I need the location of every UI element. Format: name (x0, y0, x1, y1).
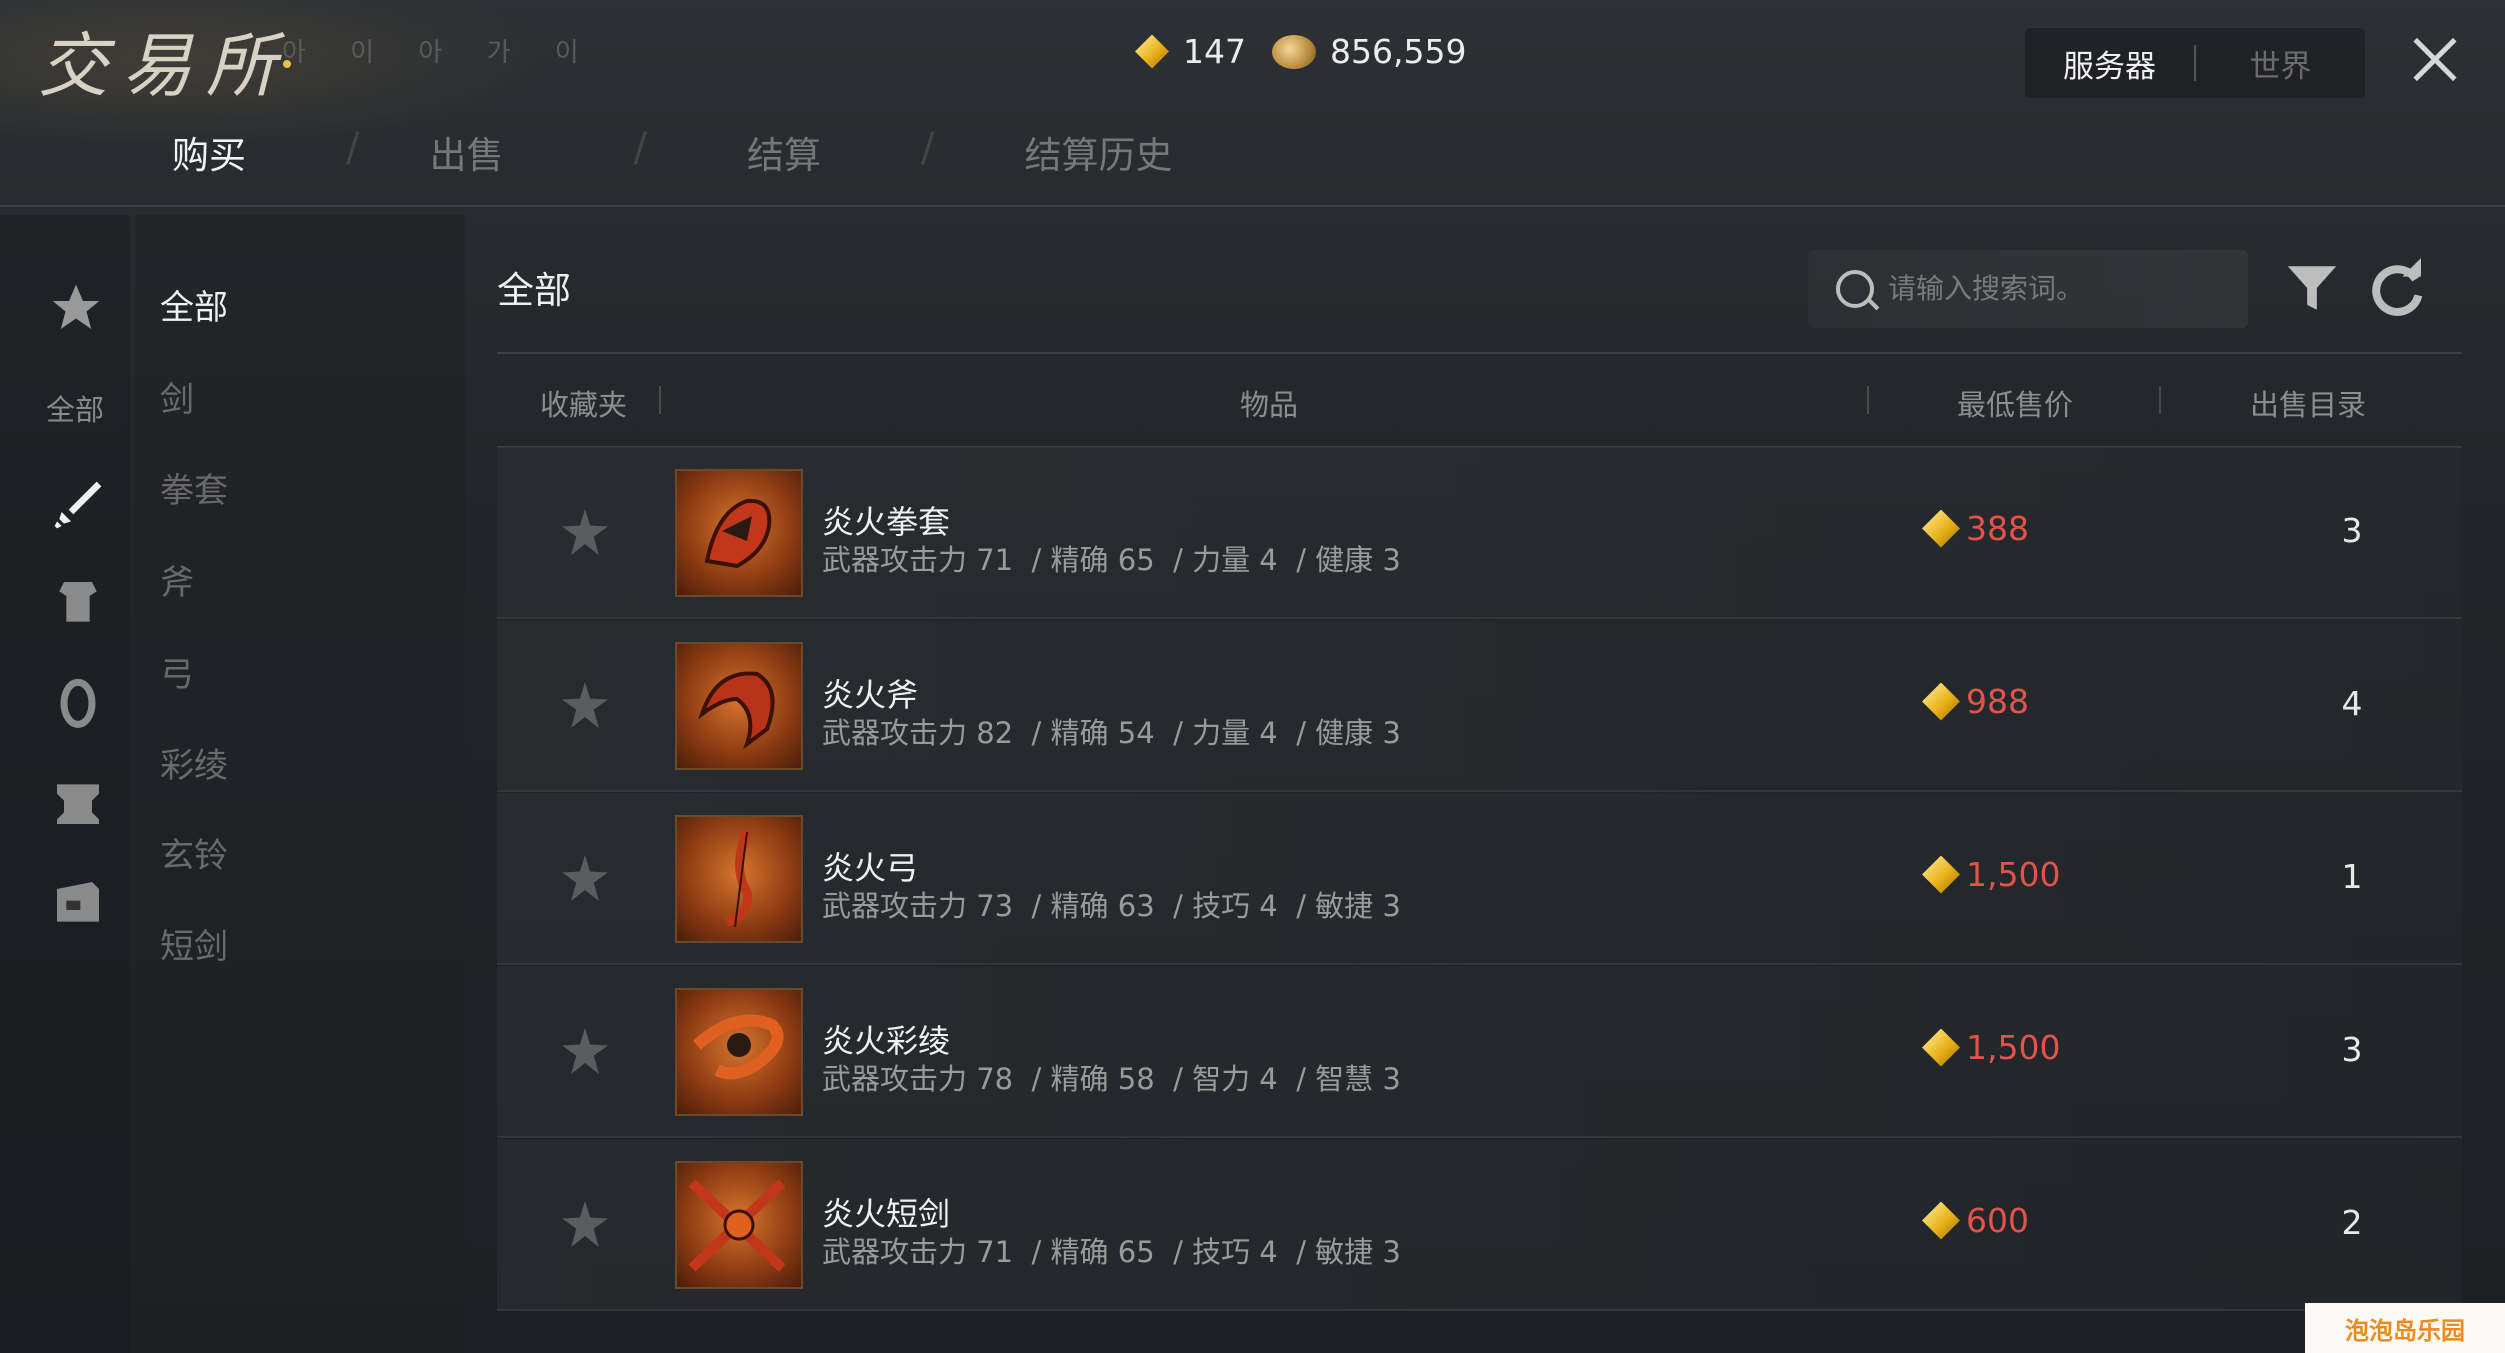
favorite-star-icon[interactable] (562, 682, 608, 728)
category-item[interactable]: 剑 (160, 372, 194, 421)
col-item: 物品 (1240, 388, 1299, 422)
app-title: 交易所 (38, 25, 290, 107)
item-gauntlet-icon (675, 469, 803, 597)
gem-icon (1135, 34, 1169, 69)
material-box-icon[interactable] (50, 875, 106, 931)
server-world-toggle: 服务器 世界 (2025, 28, 2365, 98)
category-item[interactable]: 彩绫 (160, 738, 228, 787)
search-icon (1836, 270, 1874, 308)
server-button[interactable]: 服务器 (2025, 41, 2194, 86)
col-divider (659, 386, 661, 414)
refresh-icon[interactable] (2365, 258, 2429, 322)
tab-settle-history[interactable]: 结算历史 (1024, 125, 1172, 179)
category-icon-rail: 全部 (0, 215, 130, 1353)
coin-amount: 856,559 (1330, 32, 1467, 71)
tab-divider: / (346, 125, 360, 171)
tab-buy[interactable]: 购买 (172, 125, 246, 179)
table-row[interactable]: 炎火拳套 武器攻击力 71 / 精确 65 / 力量 4 / 健康 3 388 … (497, 447, 2462, 619)
table-row[interactable]: 炎火短剑 武器攻击力 71 / 精确 65 / 技巧 4 / 敏捷 3 600 … (497, 1139, 2462, 1311)
tab-divider: / (920, 125, 935, 171)
favorite-star-icon[interactable] (562, 1028, 608, 1074)
item-price: 388 (1922, 509, 2029, 548)
gem-balance: 147 (1135, 32, 1246, 71)
costume-icon[interactable] (50, 775, 106, 831)
title-dot (283, 60, 291, 68)
price-value: 388 (1966, 509, 2029, 548)
close-icon[interactable] (2405, 30, 2465, 90)
favorite-star-icon[interactable] (562, 1201, 608, 1247)
item-ribbon-icon (675, 988, 803, 1116)
rail-all-label[interactable]: 全部 (46, 387, 104, 429)
category-item[interactable]: 短剑 (160, 919, 228, 968)
tab-settle[interactable]: 结算 (747, 125, 821, 179)
main-tabs: 购买 / 出售 / 结算 / 结算历史 (120, 125, 1172, 179)
table-header: 收藏夹 物品 最低售价 出售目录 (497, 352, 2462, 448)
gem-icon (1922, 1028, 1960, 1067)
price-value: 988 (1966, 682, 2029, 721)
gem-amount: 147 (1183, 32, 1246, 71)
item-bow-icon (675, 815, 803, 943)
watermark-logo: 泡泡岛乐园 (2305, 1303, 2505, 1353)
col-listings[interactable]: 出售目录 (2250, 382, 2366, 424)
filter-icon[interactable] (2283, 258, 2341, 318)
category-item[interactable]: 全部 (160, 280, 228, 329)
armor-icon[interactable] (50, 575, 106, 631)
gem-icon (1922, 855, 1960, 894)
listing-count: 2 (2341, 1203, 2363, 1242)
item-stats: 武器攻击力 78 / 精确 58 / 智力 4 / 智慧 3 (822, 1062, 1401, 1096)
item-dagger-icon (675, 1161, 803, 1289)
price-value: 1,500 (1966, 855, 2061, 894)
item-stats: 武器攻击力 71 / 精确 65 / 力量 4 / 健康 3 (822, 543, 1401, 577)
item-price: 600 (1922, 1201, 2029, 1240)
item-stats: 武器攻击力 73 / 精确 63 / 技巧 4 / 敏捷 3 (822, 889, 1401, 923)
table-row[interactable]: 炎火彩绫 武器攻击力 78 / 精确 58 / 智力 4 / 智慧 3 1,50… (497, 966, 2462, 1138)
category-list: 全部 剑 拳套 斧 弓 彩绫 玄铃 短剑 (135, 215, 465, 1353)
category-item[interactable]: 弓 (160, 647, 194, 696)
price-value: 600 (1966, 1201, 2029, 1240)
app-title-sub: 아 이 아 가 이 (282, 38, 597, 68)
category-item[interactable]: 玄铃 (160, 828, 228, 877)
item-stats: 武器攻击力 71 / 精确 65 / 技巧 4 / 敏捷 3 (822, 1235, 1401, 1269)
accessory-ring-icon[interactable] (50, 673, 106, 729)
item-price: 1,500 (1922, 855, 2060, 894)
price-value: 1,500 (1966, 1028, 2061, 1067)
listing-count: 1 (2341, 857, 2363, 896)
table-row[interactable]: 炎火斧 武器攻击力 82 / 精确 54 / 力量 4 / 健康 3 988 4 (497, 620, 2462, 792)
top-bar: 交易所 아 이 아 가 이 147 856,559 服务器 世界 购买 / 出售… (0, 0, 2505, 207)
listing-count: 3 (2341, 1030, 2363, 1069)
search-box[interactable] (1808, 250, 2248, 328)
gem-icon (1922, 509, 1960, 548)
table-row[interactable]: 炎火弓 武器攻击力 73 / 精确 63 / 技巧 4 / 敏捷 3 1,500… (497, 793, 2462, 965)
col-lowest-price[interactable]: 最低售价 (1957, 382, 2073, 424)
favorite-star-icon[interactable] (562, 855, 608, 901)
gem-icon (1922, 682, 1960, 721)
category-item[interactable]: 斧 (160, 555, 194, 604)
favorites-star-icon[interactable] (48, 280, 104, 336)
category-item[interactable]: 拳套 (160, 463, 228, 512)
col-divider (1867, 386, 1869, 414)
item-axe-icon (675, 642, 803, 770)
favorite-star-icon[interactable] (562, 509, 608, 555)
item-price: 988 (1922, 682, 2029, 721)
tab-sell[interactable]: 出售 (429, 125, 503, 179)
item-stats: 武器攻击力 82 / 精确 54 / 力量 4 / 健康 3 (822, 716, 1401, 750)
col-divider (2159, 386, 2161, 414)
gem-icon (1922, 1201, 1960, 1240)
col-favorite: 收藏夹 (540, 388, 628, 422)
coin-icon (1272, 34, 1316, 69)
world-button[interactable]: 世界 (2196, 41, 2365, 86)
listing-count: 3 (2341, 511, 2363, 550)
item-price: 1,500 (1922, 1028, 2060, 1067)
page-title: 全部 (497, 269, 571, 312)
tab-divider: / (633, 125, 647, 171)
coin-balance: 856,559 (1272, 32, 1466, 71)
listing-count: 4 (2341, 684, 2363, 723)
weapon-sword-icon[interactable] (50, 477, 106, 533)
search-input[interactable] (1886, 272, 2220, 306)
